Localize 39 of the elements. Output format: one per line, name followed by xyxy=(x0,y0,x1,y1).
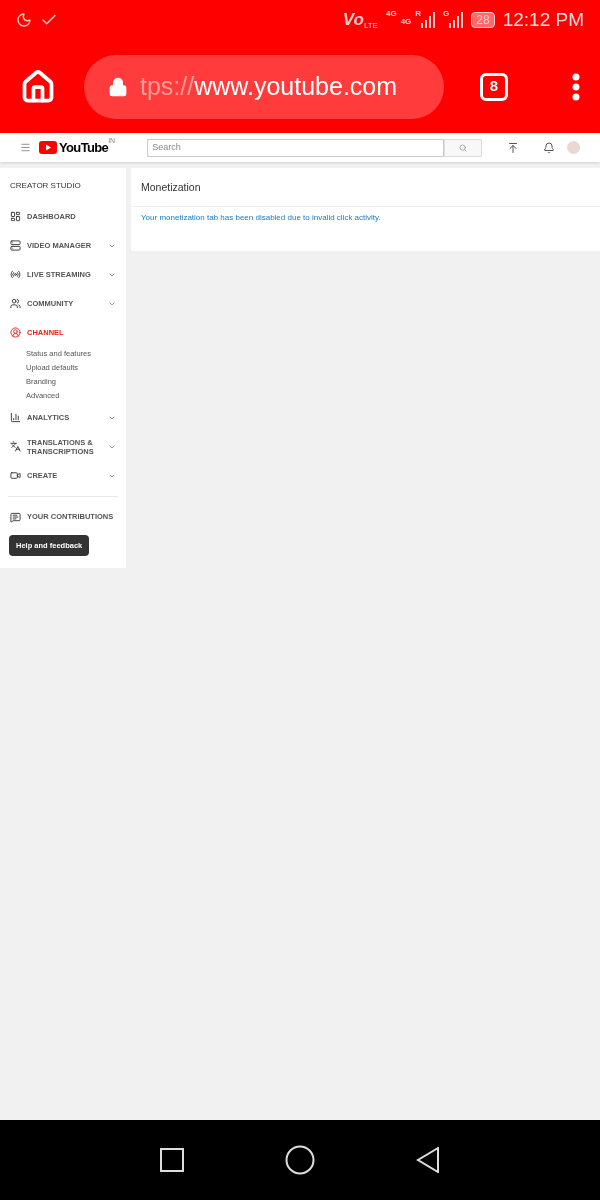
monetization-message: Your monetization tab has been disabled due to invalid click activity. xyxy=(140,212,382,224)
home-button-icon[interactable] xyxy=(285,1145,315,1175)
lock-icon xyxy=(108,76,128,97)
back-icon[interactable] xyxy=(415,1147,440,1173)
network-label: 4G xyxy=(385,8,397,20)
signal-icon xyxy=(449,12,464,28)
more-icon[interactable] xyxy=(572,72,580,101)
analytics-icon xyxy=(10,412,21,423)
page-title: Monetization xyxy=(131,168,600,207)
contributions-icon xyxy=(10,511,21,523)
sidebar-title: CREATOR STUDIO xyxy=(9,180,82,192)
roaming-label: R xyxy=(415,8,422,20)
url-text: tps://www.youtube.com xyxy=(140,70,398,102)
logo-icon xyxy=(39,141,57,154)
live-icon xyxy=(10,269,21,280)
recents-icon[interactable] xyxy=(160,1148,185,1172)
volte-label: Vo xyxy=(342,9,364,32)
home-icon[interactable] xyxy=(20,68,56,105)
status-time: 12:12 PM xyxy=(502,7,584,32)
notification-icon[interactable] xyxy=(543,141,555,154)
upload-icon[interactable] xyxy=(507,141,519,154)
lte-label: LTE xyxy=(363,21,378,32)
search-field[interactable]: Search xyxy=(147,138,445,157)
battery-icon: 28 xyxy=(471,12,495,28)
network-label: 4G xyxy=(400,16,412,28)
signal-icon xyxy=(421,12,436,28)
moon-icon xyxy=(16,12,32,28)
network-label: G xyxy=(443,8,450,20)
dashboard-icon xyxy=(10,211,21,222)
address-bar[interactable]: tps://www.youtube.com xyxy=(84,54,444,119)
create-icon xyxy=(10,470,21,481)
video-icon xyxy=(10,240,21,251)
logo-text: YouTube xyxy=(59,138,109,157)
menu-icon[interactable] xyxy=(20,142,31,153)
search-icon xyxy=(459,143,468,152)
tab-count[interactable]: 8 xyxy=(480,72,508,101)
translations-icon xyxy=(10,441,21,452)
community-icon xyxy=(10,298,21,309)
channel-icon xyxy=(10,327,21,338)
